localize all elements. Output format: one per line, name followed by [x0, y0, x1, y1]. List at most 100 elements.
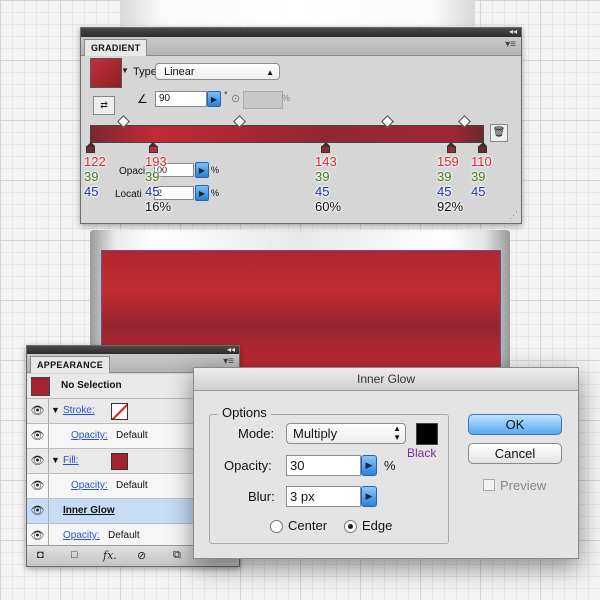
- fill-swatch[interactable]: [111, 453, 128, 470]
- panel-menu-icon[interactable]: ▾≡: [223, 356, 234, 367]
- inner-glow-link[interactable]: Inner Glow: [63, 505, 115, 516]
- tab-appearance-label: APPEARANCE: [37, 360, 104, 370]
- fx-icon[interactable]: fx.: [103, 549, 117, 562]
- edge-label: Edge: [362, 518, 393, 533]
- red-value: 193: [145, 154, 167, 169]
- add-stroke-icon[interactable]: ◘: [37, 549, 44, 561]
- opacity-link[interactable]: Opacity:: [71, 480, 108, 491]
- opacity-dropdown-button[interactable]: ▶: [361, 455, 377, 476]
- red-value: 143: [315, 154, 337, 169]
- opacity-value: Default: [116, 480, 148, 491]
- gradient-stop[interactable]: [321, 142, 331, 153]
- no-selection-label: No Selection: [61, 380, 122, 391]
- color-caption: Black: [407, 446, 437, 460]
- location-label: Locati: [115, 189, 142, 200]
- green-value: 39: [84, 169, 99, 184]
- stop-annotation: 110 39 45: [471, 154, 492, 199]
- location-percent: 60%: [315, 199, 342, 214]
- location-percent: 92%: [437, 199, 464, 214]
- panel-titlebar[interactable]: ◂◂: [27, 345, 239, 354]
- collapse-icon[interactable]: ◂◂: [509, 27, 517, 36]
- opacity-unit: %: [211, 165, 220, 175]
- gradient-stop[interactable]: [478, 142, 487, 153]
- center-label: Center: [288, 518, 328, 533]
- disclosure-triangle-icon[interactable]: ▼: [51, 405, 60, 415]
- eye-icon[interactable]: 👁: [27, 399, 49, 423]
- resize-grip-icon[interactable]: ⋰: [509, 210, 518, 221]
- mode-value: Multiply: [293, 426, 338, 441]
- eye-icon[interactable]: 👁: [27, 449, 49, 473]
- blur-input[interactable]: 3 px: [286, 486, 361, 507]
- preview-checkbox[interactable]: [483, 479, 495, 491]
- opacity-link[interactable]: Opacity:: [63, 530, 100, 541]
- stroke-none-swatch[interactable]: [111, 403, 128, 420]
- preview-label: Preview: [500, 478, 547, 493]
- disclosure-triangle-icon[interactable]: ▼: [51, 455, 60, 465]
- aspect-ratio-input: [243, 91, 283, 109]
- gradient-stop[interactable]: [446, 142, 456, 153]
- eye-icon[interactable]: 👁: [27, 499, 49, 523]
- blue-value: 45: [315, 184, 330, 199]
- glow-color-swatch[interactable]: [416, 423, 438, 445]
- gradient-fill-swatch[interactable]: [90, 58, 122, 88]
- edge-radio[interactable]: [344, 520, 357, 533]
- gradient-stop[interactable]: [86, 142, 95, 153]
- chevron-down-icon[interactable]: ▼: [121, 62, 129, 80]
- opacity-label: Opacity:: [224, 458, 272, 473]
- gradient-type-value: Linear: [164, 66, 195, 78]
- stroke-link[interactable]: Stroke:: [63, 405, 95, 416]
- stop-annotation: 143 39 45 60%: [315, 154, 341, 214]
- gradient-panel: ◂◂ GRADIENT ▾≡ ▼ Type Linear ▲ ⇄ ∠ 90 ▶ …: [80, 27, 522, 224]
- green-value: 39: [145, 169, 160, 184]
- opacity-input[interactable]: 30: [286, 455, 361, 476]
- ok-button[interactable]: OK: [468, 414, 562, 435]
- blue-value: 45: [84, 184, 99, 199]
- stop-annotation: 193 39 45 16%: [145, 154, 171, 214]
- tab-gradient-label: GRADIENT: [91, 43, 141, 53]
- inner-glow-dialog: Inner Glow Options Mode: Multiply ▲ ▼ Bla…: [193, 367, 579, 559]
- tab-appearance[interactable]: APPEARANCE: [30, 356, 111, 373]
- options-legend: Options: [218, 405, 271, 420]
- panel-titlebar[interactable]: ◂◂: [81, 27, 521, 37]
- blur-dropdown-button[interactable]: ▶: [361, 486, 377, 507]
- delete-stop-icon[interactable]: 🗑: [490, 124, 508, 142]
- reverse-gradient-button[interactable]: ⇄: [93, 96, 115, 115]
- panel-menu-icon[interactable]: ▾≡: [505, 39, 516, 50]
- eye-icon[interactable]: 👁: [27, 474, 49, 498]
- fill-link[interactable]: Fill:: [63, 455, 79, 466]
- degree-unit: °: [224, 90, 228, 100]
- angle-input[interactable]: 90: [155, 91, 207, 107]
- panel-tab-row: GRADIENT ▾≡: [81, 37, 521, 56]
- blue-value: 45: [437, 184, 452, 199]
- angle-dropdown-button[interactable]: ▶: [207, 91, 221, 107]
- green-value: 39: [471, 169, 486, 184]
- aspect-unit: %: [282, 93, 291, 103]
- opacity-dropdown-button[interactable]: ▶: [195, 162, 209, 178]
- location-unit: %: [211, 188, 220, 198]
- gradient-type-select[interactable]: Linear ▲: [155, 63, 280, 80]
- gradient-slider-ramp[interactable]: [90, 125, 484, 143]
- opacity-link[interactable]: Opacity:: [71, 430, 108, 441]
- add-fill-icon[interactable]: □: [71, 549, 78, 561]
- opacity-label: Opaci: [119, 166, 146, 177]
- opacity-unit: %: [384, 458, 396, 473]
- updown-arrows-icon: ▲ ▼: [393, 424, 401, 442]
- stop-annotation: 122 39 45: [84, 154, 106, 199]
- clear-appearance-icon[interactable]: ⊘: [137, 549, 146, 562]
- cancel-button[interactable]: Cancel: [468, 443, 562, 464]
- location-dropdown-button[interactable]: ▶: [195, 185, 209, 201]
- tab-gradient[interactable]: GRADIENT: [84, 39, 148, 56]
- duplicate-item-icon[interactable]: ⧉: [173, 549, 181, 562]
- eye-icon[interactable]: 👁: [27, 424, 49, 448]
- mode-label: Mode:: [238, 426, 275, 441]
- dialog-title: Inner Glow: [194, 368, 578, 391]
- collapse-icon[interactable]: ◂◂: [227, 345, 235, 354]
- red-value: 110: [471, 154, 492, 169]
- stop-annotation: 159 39 45 92%: [437, 154, 463, 214]
- red-value: 159: [437, 154, 459, 169]
- blue-value: 45: [145, 184, 160, 199]
- selection-swatch: [31, 377, 50, 396]
- mode-select[interactable]: Multiply ▲ ▼: [286, 423, 406, 444]
- center-radio[interactable]: [270, 520, 283, 533]
- gradient-stop[interactable]: [148, 142, 158, 153]
